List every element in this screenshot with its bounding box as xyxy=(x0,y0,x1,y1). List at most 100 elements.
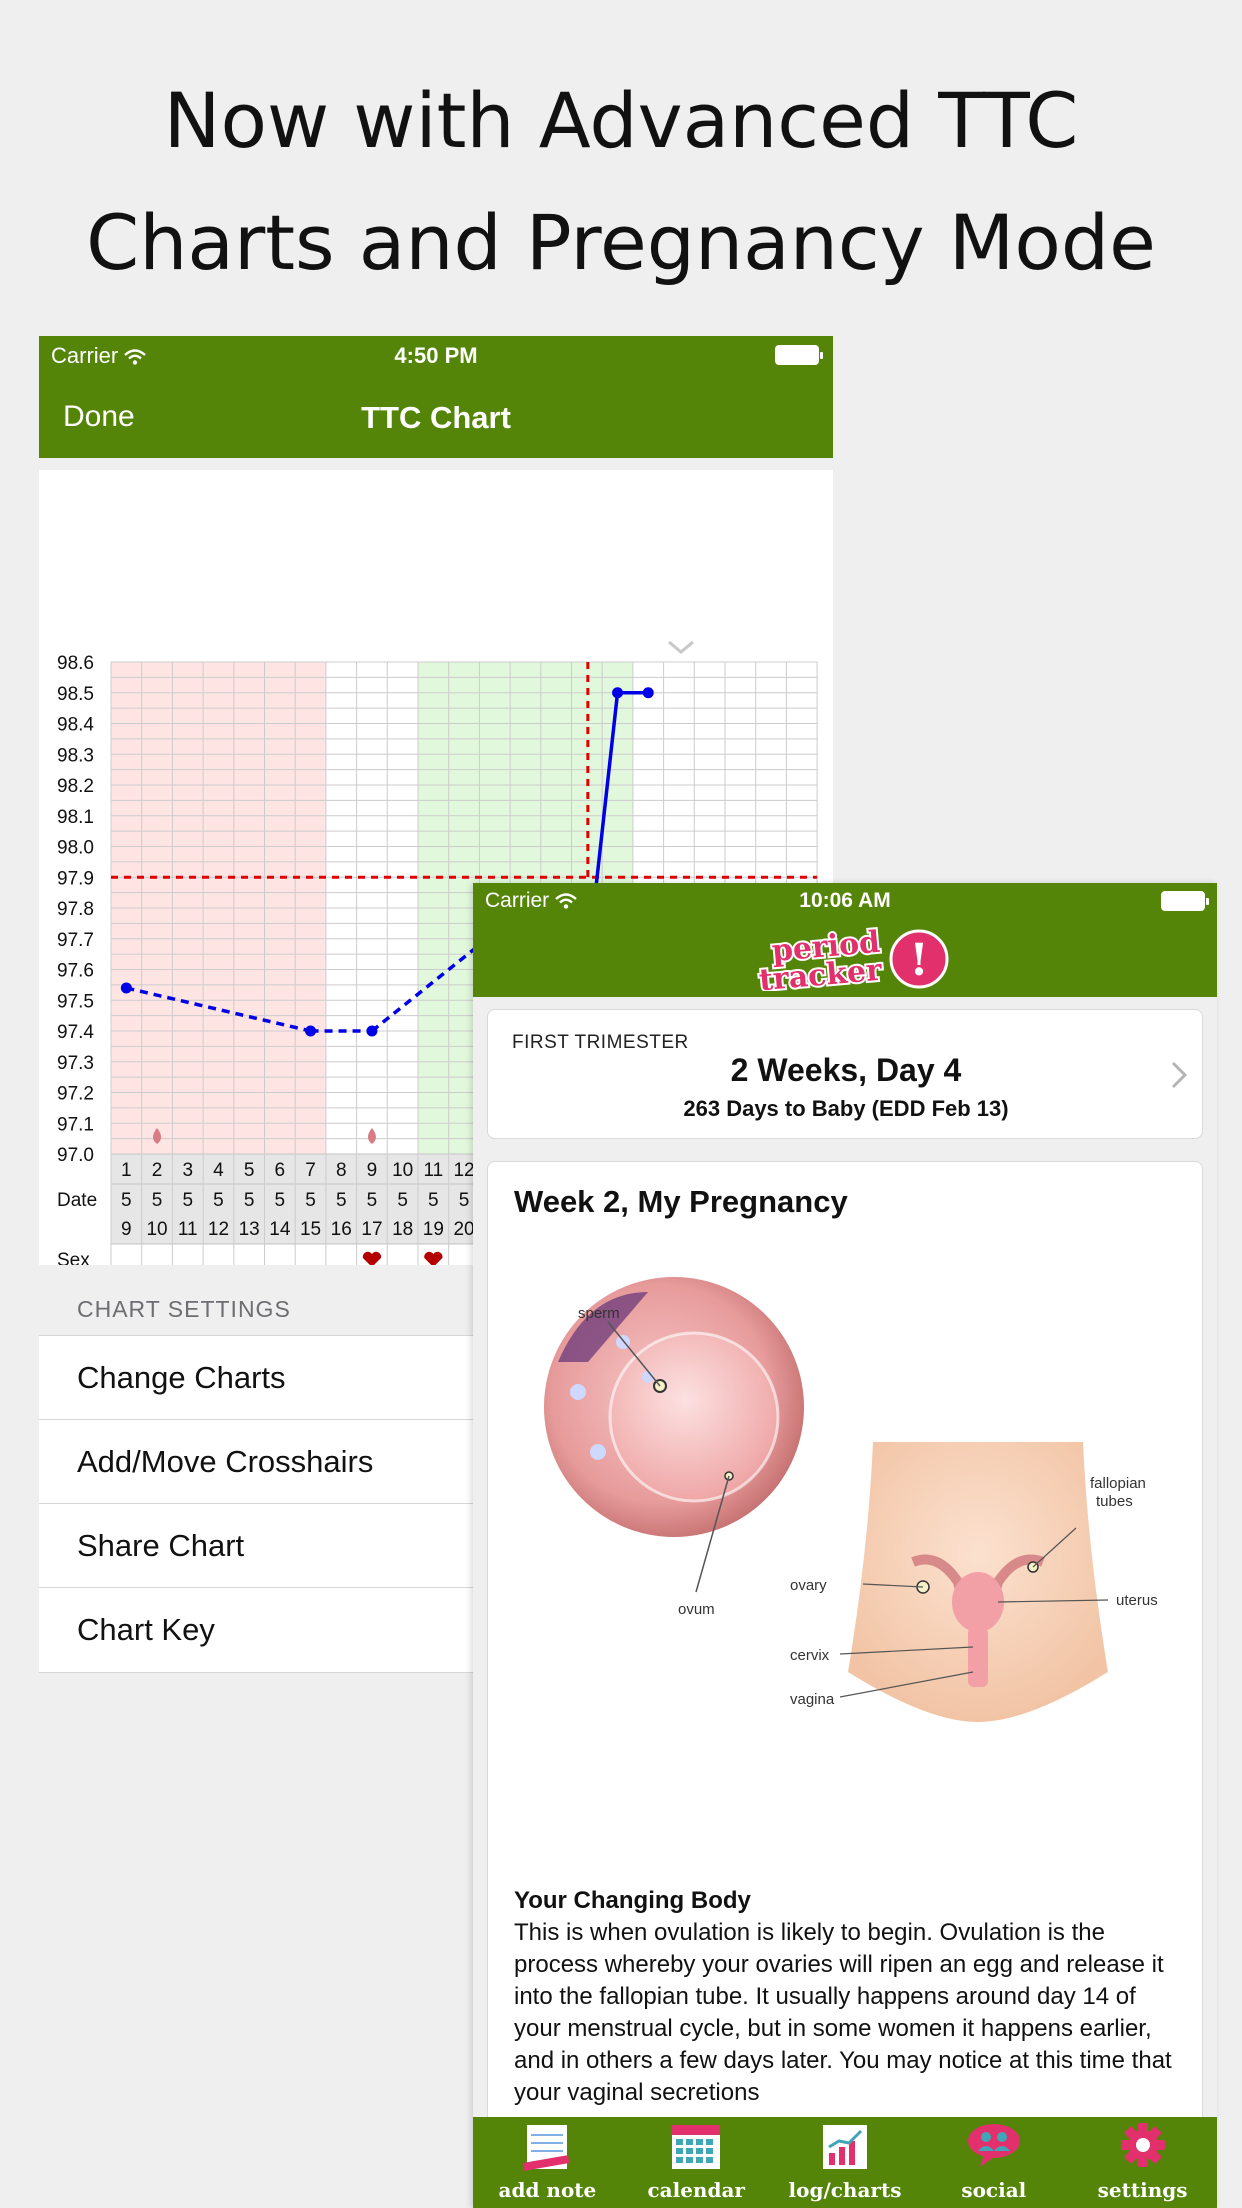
date-month-label: 5 xyxy=(182,1190,193,1211)
trimester-label: FIRST TRIMESTER xyxy=(512,1032,689,1053)
status-time: 4:50 PM xyxy=(394,343,478,368)
svg-text:cervix: cervix xyxy=(790,1647,830,1664)
week-title: Week 2, My Pregnancy xyxy=(514,1184,848,1219)
chart-icon xyxy=(822,2125,867,2169)
tab-label: log/charts xyxy=(788,2178,902,2202)
spotting-drop xyxy=(367,1128,376,1144)
cycle-day-label: 10 xyxy=(392,1160,413,1181)
tab-label: social xyxy=(961,2178,1027,2202)
chevron-right-icon xyxy=(1171,1061,1188,1089)
date-month-label: 5 xyxy=(213,1190,224,1211)
cycle-day-label: 1 xyxy=(121,1160,132,1181)
cycle-day-label: 9 xyxy=(367,1160,378,1181)
gear-icon xyxy=(1120,2123,1165,2167)
date-month-label: 5 xyxy=(336,1190,347,1211)
date-day-label: 15 xyxy=(300,1219,321,1240)
temperature-point xyxy=(120,982,132,994)
tab-label: settings xyxy=(1097,2178,1188,2202)
date-day-label: 17 xyxy=(361,1219,382,1240)
status-bar: Carrier 4:50 PM xyxy=(39,336,833,374)
y-tick-label: 97.8 xyxy=(57,899,94,920)
cycle-day-label: 4 xyxy=(213,1160,224,1181)
y-tick-label: 98.6 xyxy=(57,653,94,674)
tab-settings[interactable]: settings xyxy=(1068,2117,1217,2208)
y-tick-label: 97.6 xyxy=(57,961,94,982)
date-day-label: 16 xyxy=(331,1219,352,1240)
tab-calendar[interactable]: calendar xyxy=(622,2117,771,2208)
date-day-label: 12 xyxy=(208,1219,229,1240)
y-tick-label: 97.7 xyxy=(57,930,94,951)
y-tick-label: 97.0 xyxy=(57,1145,94,1166)
status-bar: Carrier 10:06 AM xyxy=(473,883,1217,919)
y-tick-label: 98.3 xyxy=(57,745,94,766)
tab-label: calendar xyxy=(647,2178,745,2202)
tab-add-note[interactable]: add note xyxy=(473,2117,622,2208)
status-time: 10:06 AM xyxy=(799,889,891,912)
date-month-label: 5 xyxy=(397,1190,408,1211)
body-text: This is when ovulation is likely to begi… xyxy=(514,1919,1172,2106)
period-tracker-logo: period tracker ! xyxy=(756,925,949,991)
weeks-days-value: 2 Weeks, Day 4 xyxy=(730,1052,962,1088)
date-day-label: 11 xyxy=(178,1219,198,1240)
date-day-label: 13 xyxy=(239,1219,260,1240)
headline-line-2: Charts and Pregnancy Mode xyxy=(86,198,1156,287)
temperature-point xyxy=(612,687,624,699)
chevron-down-icon xyxy=(668,640,694,654)
y-tick-label: 98.1 xyxy=(57,807,94,828)
y-tick-label: 97.5 xyxy=(57,991,94,1012)
cycle-day-label: 12 xyxy=(453,1160,474,1181)
social-bubble-icon xyxy=(967,2124,1020,2167)
y-tick-label: 98.2 xyxy=(57,776,94,797)
date-month-label: 5 xyxy=(244,1190,255,1211)
svg-text:sperm: sperm xyxy=(578,1305,620,1322)
date-day-label: 20 xyxy=(453,1219,474,1240)
date-month-label: 5 xyxy=(305,1190,316,1211)
date-row-label: Date xyxy=(57,1190,97,1211)
y-tick-label: 97.9 xyxy=(57,868,94,889)
chart-settings-header: CHART SETTINGS xyxy=(77,1296,291,1322)
date-day-label: 18 xyxy=(392,1219,413,1240)
y-tick-label: 97.1 xyxy=(57,1114,94,1135)
trimester-card[interactable]: FIRST TRIMESTER 2 Weeks, Day 4 263 Days … xyxy=(487,1009,1203,1139)
cycle-day-label: 7 xyxy=(305,1160,316,1181)
date-month-label: 5 xyxy=(459,1190,470,1211)
temperature-point xyxy=(366,1025,378,1037)
pregnancy-screen: Carrier 10:06 AM period tracker ! FIRST … xyxy=(473,883,1217,2208)
svg-text:vagina: vagina xyxy=(790,1691,835,1708)
cycle-day-label: 8 xyxy=(336,1160,347,1181)
nav-bar: Done TTC Chart xyxy=(39,374,833,458)
y-tick-label: 98.5 xyxy=(57,684,94,705)
cycle-day-label: 6 xyxy=(275,1160,286,1181)
y-tick-label: 97.3 xyxy=(57,1053,94,1074)
tab-social[interactable]: social xyxy=(919,2117,1068,2208)
svg-text:tubes: tubes xyxy=(1096,1493,1133,1510)
svg-text:fallopian: fallopian xyxy=(1090,1475,1146,1492)
y-tick-label: 97.4 xyxy=(57,1022,94,1043)
days-to-baby: 263 Days to Baby (EDD Feb 13) xyxy=(683,1096,1009,1121)
notebook-pencil-icon xyxy=(523,2125,570,2171)
cycle-day-label: 5 xyxy=(244,1160,255,1181)
date-month-label: 5 xyxy=(367,1190,378,1211)
svg-text:ovum: ovum xyxy=(678,1601,715,1618)
headline-line-1: Now with Advanced TTC xyxy=(163,76,1079,165)
date-month-label: 5 xyxy=(121,1190,132,1211)
y-tick-label: 97.2 xyxy=(57,1084,94,1105)
row-label: Sex xyxy=(57,1250,90,1265)
date-month-label: 5 xyxy=(152,1190,163,1211)
tab-label: add note xyxy=(498,2178,597,2202)
nav-title: TTC Chart xyxy=(361,400,511,435)
tab-log-charts[interactable]: log/charts xyxy=(771,2117,920,2208)
cycle-day-label: 3 xyxy=(182,1160,193,1181)
cycle-day-label: 2 xyxy=(152,1160,163,1181)
date-month-label: 5 xyxy=(428,1190,439,1211)
body-title: Your Changing Body xyxy=(514,1887,751,1914)
date-day-label: 10 xyxy=(146,1219,167,1240)
header-bar: period tracker ! xyxy=(473,919,1217,997)
sex-heart xyxy=(362,1251,382,1265)
y-tick-label: 98.0 xyxy=(57,838,94,859)
sex-heart xyxy=(424,1251,443,1265)
battery-icon xyxy=(1161,891,1209,911)
conception-illustration: sperm ovum fallopian tubes ovary uterus … xyxy=(544,1277,1158,1722)
date-day-label: 9 xyxy=(121,1219,132,1240)
tab-bar: add note calendar log/charts social sett… xyxy=(473,2117,1217,2208)
